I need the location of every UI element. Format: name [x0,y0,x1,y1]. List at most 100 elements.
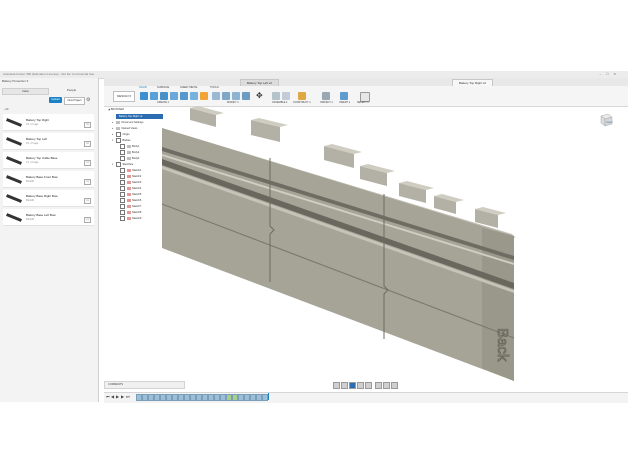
project-selector[interactable]: Battery Protection ▾ [2,79,95,85]
version-badge: V2 [84,122,91,128]
step-back-icon[interactable]: ◀ [111,394,114,399]
file-item[interactable]: Battery Top Left V2, 4 h ago V2 [3,133,94,150]
comments-panel[interactable]: COMMENTS [104,381,185,389]
measure-icon[interactable] [322,92,330,100]
file-thumbnail [5,212,23,222]
file-version: V2, 4 h ago [26,142,39,145]
version-badge: V1 [84,160,91,166]
tab-data[interactable]: Data [2,88,49,95]
group-create[interactable]: CREATE ▾ [157,101,169,104]
file-item[interactable]: Battery Top Cable Base V1, 4 h ago V1 [3,152,94,169]
tab-surface[interactable]: SURFACE [157,86,169,89]
go-to-end-icon[interactable]: ⏭ [126,394,130,399]
tree-sketch[interactable]: Sketch6 [120,198,141,203]
tree-sketch[interactable]: Sketch7 [120,204,141,209]
tree-body3[interactable]: Body3 [120,156,139,161]
group-construct[interactable]: CONSTRUCT ▾ [293,101,311,104]
tree-origin[interactable]: ▸ Origin [112,132,129,137]
window-controls[interactable]: – ☐ ✕ [599,72,618,76]
shell-icon[interactable] [242,92,250,100]
engraved-text: Back [494,328,511,362]
browser-title[interactable]: ◢ BROWSER [108,108,124,111]
tree-sketch[interactable]: Sketch8 [120,210,141,215]
file-name: Battery Base Front Bow [26,175,58,179]
tree-sketches[interactable]: ▾ Sketches [112,162,133,167]
tree-body1[interactable]: Body1 [120,144,139,149]
tree-bodies[interactable]: ▾ Bodies [112,138,130,143]
insert-icon[interactable] [340,92,348,100]
file-thumbnail [5,117,23,127]
create-sketch-icon[interactable] [150,92,158,100]
orbit-icon[interactable] [333,382,340,389]
press-pull-icon[interactable] [212,92,220,100]
group-modify[interactable]: MODIFY ▾ [227,101,239,104]
tree-named-views[interactable]: ▸ Named Views [112,126,137,131]
tree-sketch[interactable]: Sketch9 [120,216,141,221]
move-icon[interactable]: ✥ [256,92,264,100]
tree-sketch[interactable]: Sketch4 [120,186,141,191]
group-inspect[interactable]: INSPECT ▾ [320,101,333,104]
file-item[interactable]: Battery Base Left Bow 8/21/20 V1 [3,209,94,226]
model-viewport[interactable]: Back [104,106,628,382]
file-thumbnail [5,193,23,203]
tab-tools[interactable]: TOOLS [210,86,219,89]
timeline-marker[interactable] [268,393,269,400]
tree-sketch[interactable]: Sketch1 [120,168,141,173]
viewcube[interactable]: RIGHT [598,111,614,128]
hole-icon[interactable] [180,92,188,100]
joint-icon[interactable] [272,92,280,100]
play-icon[interactable]: ▶ [116,394,119,399]
document-node[interactable]: Battery Top Right v2 [116,114,163,119]
file-name: Battery Top Left [26,137,47,141]
pan-icon[interactable] [349,382,356,389]
as-built-joint-icon[interactable] [282,92,290,100]
app-title: Autodesk Fusion 360 (Education License) … [3,72,95,76]
workspace-dropdown[interactable]: DESIGN ▾ [113,91,135,102]
tab-sheet-metal[interactable]: SHEET METAL [180,86,198,89]
file-item[interactable]: Battery Base Right Bow 8/21/20 V1 [3,190,94,207]
gear-icon[interactable]: ⚙ [86,97,92,103]
folder-path[interactable]: ‹ All [4,108,8,111]
tab-people[interactable]: People [49,88,94,93]
upload-button[interactable]: Upload [49,97,62,103]
version-badge: V1 [84,179,91,185]
version-badge: V1 [84,198,91,204]
tree-sketch[interactable]: Sketch5 [120,192,141,197]
fillet-icon[interactable] [222,92,230,100]
tree-sketch[interactable]: Sketch2 [120,174,141,179]
grid-settings-icon[interactable] [383,382,390,389]
mirror-icon[interactable] [200,92,208,100]
group-assemble[interactable]: ASSEMBLE ▾ [272,101,287,104]
revolve-icon[interactable] [170,92,178,100]
chamfer-icon[interactable] [232,92,240,100]
go-to-start-icon[interactable]: ⏮ [106,394,110,399]
pattern-icon[interactable] [190,92,198,100]
file-version: V1, 4 h ago [26,161,39,164]
file-version: 8/21/20 [26,218,34,221]
viewports-icon[interactable] [391,382,398,389]
file-name: Battery Base Right Bow [26,194,58,198]
file-version: 8/21/20 [26,199,34,202]
tree-body2[interactable]: Body2 [120,150,139,155]
display-settings-icon[interactable] [375,382,382,389]
file-item[interactable]: Battery Top Right V2, 4 h ago V2 [3,114,94,131]
step-forward-icon[interactable]: ▶ [121,394,124,399]
look-at-icon[interactable] [341,382,348,389]
tree-sketch[interactable]: Sketch3 [120,180,141,185]
zoom-icon[interactable] [357,382,364,389]
tab-solid[interactable]: SOLID [139,86,147,89]
new-component-icon[interactable] [140,92,148,100]
file-name: Battery Top Right [26,118,49,122]
extrude-icon[interactable] [160,92,168,100]
new-project-button[interactable]: New Project [64,97,85,105]
file-item[interactable]: Battery Base Front Bow 8/21/20 V1 [3,171,94,188]
group-select[interactable]: SELECT ▾ [357,101,369,104]
file-name: Battery Top Cable Base [26,156,58,160]
file-name: Battery Base Left Bow [26,213,56,217]
version-badge: V2 [84,141,91,147]
file-thumbnail [5,174,23,184]
tree-document-settings[interactable]: ▸ Document Settings [112,120,143,125]
offset-plane-icon[interactable] [298,92,306,100]
group-insert[interactable]: INSERT ▾ [339,101,350,104]
fit-icon[interactable] [365,382,372,389]
